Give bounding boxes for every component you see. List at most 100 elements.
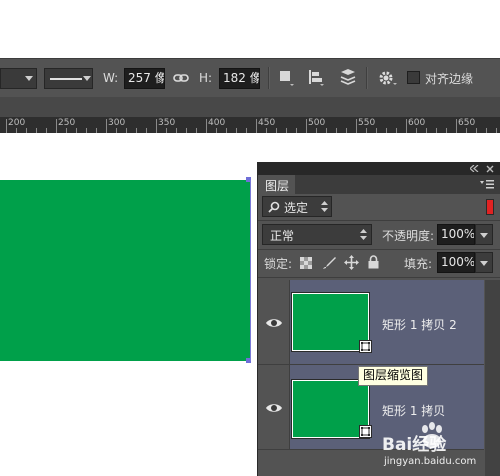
ruler-tick	[346, 128, 347, 133]
ruler-tick	[416, 128, 417, 133]
watermark-text: Bai经验	[382, 435, 447, 455]
tab-layers-label: 图层	[265, 179, 290, 193]
green-rectangle-shape[interactable]	[0, 180, 250, 361]
ruler-tick	[146, 128, 147, 133]
ruler-tick	[436, 128, 437, 133]
close-icon[interactable]	[486, 165, 494, 173]
stroke-width-dropdown[interactable]	[0, 68, 37, 89]
link-icon[interactable]	[173, 72, 189, 84]
gear-icon[interactable]	[377, 69, 399, 87]
lock-image-pixels-brush-icon[interactable]	[322, 256, 336, 270]
up-down-arrows-icon	[360, 229, 367, 240]
width-field[interactable]: 257 像素	[124, 68, 165, 89]
eye-icon[interactable]	[264, 313, 284, 333]
ruler-tick	[126, 128, 127, 133]
layer-row[interactable]: 矩形 1 拷贝 2	[258, 280, 484, 365]
lock-transparent-pixels-icon[interactable]	[300, 257, 312, 269]
ruler-tick	[66, 128, 67, 133]
path-outline	[250, 180, 251, 361]
path-alignment-icon[interactable]	[307, 69, 325, 87]
ruler-tick	[16, 128, 17, 133]
ruler-tick	[46, 128, 47, 133]
align-edges-label: 对齐边缘	[425, 72, 474, 86]
ruler-tick	[366, 128, 367, 133]
ruler-label: 350	[158, 118, 176, 128]
ruler-tick	[406, 119, 407, 133]
horizontal-ruler: 200 250 300 350 400 450 500 550 600 650	[0, 117, 500, 133]
panel-menu-icon[interactable]	[480, 180, 494, 189]
height-field[interactable]: 182 像素	[219, 68, 260, 89]
path-operations-icon[interactable]	[277, 69, 295, 87]
ruler-label: 200	[8, 118, 26, 128]
ruler-label: 550	[358, 118, 376, 128]
ruler-tick	[156, 119, 157, 133]
ruler-tick	[476, 128, 477, 133]
ruler-tick	[186, 128, 187, 133]
lock-label: 锁定:	[264, 257, 293, 271]
ruler-label: 300	[108, 118, 126, 128]
ruler-tick	[136, 128, 137, 133]
tab-layers[interactable]: 图层	[258, 175, 295, 194]
ruler-tick	[486, 128, 487, 133]
vector-mask-icon	[359, 425, 372, 438]
path-arrangement-icon[interactable]	[338, 68, 358, 88]
up-down-arrows-icon	[321, 201, 328, 212]
ruler-tick	[176, 128, 177, 133]
watermark-url: jingyan.baidu.com	[384, 456, 477, 467]
chevron-down-icon	[480, 233, 488, 238]
opacity-dropdown[interactable]	[475, 224, 493, 245]
fill-field[interactable]: 100%	[437, 252, 475, 273]
fill-dropdown[interactable]	[475, 252, 493, 273]
ruler-tick	[286, 128, 287, 133]
opacity-field[interactable]: 100%	[437, 224, 475, 245]
ruler-tick	[336, 128, 337, 133]
chevron-down-icon	[480, 261, 488, 266]
ruler-tick	[166, 128, 167, 133]
ruler-tick	[466, 128, 467, 133]
blend-mode-dropdown[interactable]: 正常	[262, 224, 372, 245]
ruler-tick	[36, 128, 37, 133]
layer-filter-label: 选定	[284, 201, 309, 215]
ruler-tick	[446, 128, 447, 133]
align-edges-checkbox[interactable]	[407, 71, 420, 84]
layer-name[interactable]: 矩形 1 拷贝	[382, 402, 445, 419]
ruler-tick	[266, 128, 267, 133]
ruler-tick	[116, 128, 117, 133]
ruler-label: 600	[408, 118, 426, 128]
layer-filter-dropdown[interactable]: 选定	[262, 196, 332, 217]
separator	[268, 67, 270, 89]
ruler-tick	[306, 119, 307, 133]
ruler-tick	[426, 128, 427, 133]
layer-name[interactable]: 矩形 1 拷贝 2	[382, 316, 457, 333]
search-icon	[268, 201, 280, 213]
ruler-tick	[216, 128, 217, 133]
lock-all-icon[interactable]	[368, 255, 379, 269]
chevron-down-icon	[25, 76, 33, 81]
ruler-label: 500	[308, 118, 326, 128]
ruler-tick	[246, 128, 247, 133]
stroke-type-dropdown[interactable]	[44, 68, 93, 89]
height-label: H:	[199, 71, 213, 85]
ruler-tick	[76, 128, 77, 133]
ruler-tick	[276, 128, 277, 133]
divider	[258, 220, 500, 221]
ruler-tick	[26, 128, 27, 133]
ruler-tick	[56, 119, 57, 133]
ruler-tick	[396, 128, 397, 133]
thumbnail-shape	[293, 294, 368, 350]
ruler-tick	[236, 128, 237, 133]
collapse-icon[interactable]	[470, 165, 479, 172]
eye-icon[interactable]	[264, 398, 284, 418]
filter-toggle-switch[interactable]	[486, 199, 494, 215]
tooltip: 图层缩览图	[358, 366, 429, 386]
ruler-tick	[456, 119, 457, 133]
ruler-tick	[196, 128, 197, 133]
lock-position-move-icon[interactable]	[344, 255, 359, 270]
ruler-label: 450	[258, 118, 276, 128]
watermark: Bai经验 jingyan.baidu.com	[380, 422, 500, 476]
ruler-tick	[226, 128, 227, 133]
ruler-label: 400	[208, 118, 226, 128]
ruler-tick	[206, 119, 207, 133]
ruler-tick	[316, 128, 317, 133]
ruler-tick	[106, 119, 107, 133]
